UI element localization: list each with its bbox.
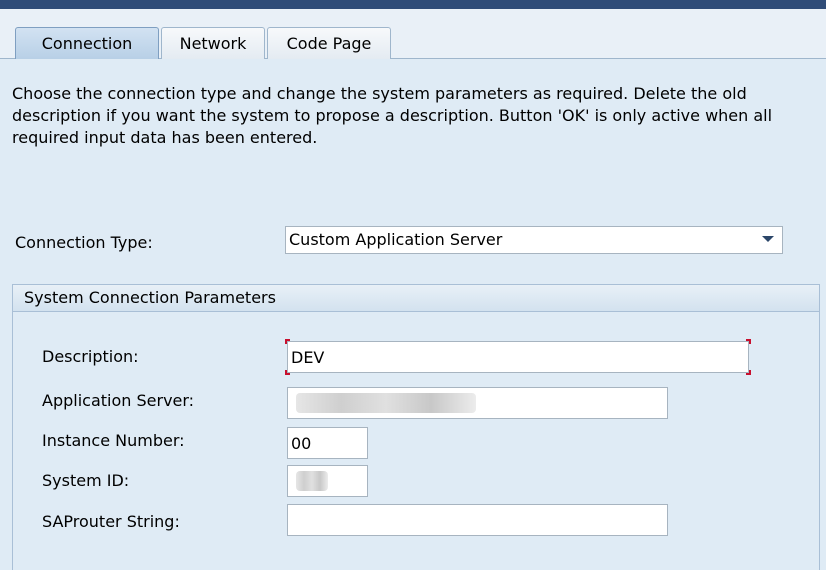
- description-field[interactable]: [287, 341, 749, 373]
- instance-number-label: Instance Number:: [42, 431, 185, 450]
- connection-type-label: Connection Type:: [15, 233, 153, 252]
- group-header: System Connection Parameters: [13, 285, 819, 312]
- window-top-bar: [0, 0, 826, 9]
- connection-panel: Choose the connection type and change th…: [0, 59, 826, 570]
- tab-connection[interactable]: Connection: [15, 27, 159, 60]
- chevron-down-icon[interactable]: [762, 236, 774, 242]
- tab-network[interactable]: Network: [161, 27, 265, 59]
- saprouter-field[interactable]: [287, 504, 668, 536]
- connection-type-value: Custom Application Server: [289, 230, 503, 249]
- system-id-label: System ID:: [42, 471, 130, 490]
- system-connection-parameters-group: System Connection Parameters Description…: [12, 284, 820, 570]
- application-server-label: Application Server:: [42, 391, 195, 410]
- redacted-value: [296, 393, 476, 413]
- description-label: Description:: [42, 347, 139, 366]
- tab-strip: Connection Network Code Page: [0, 9, 826, 60]
- instance-number-field[interactable]: [287, 427, 368, 459]
- system-id-field[interactable]: [287, 465, 368, 497]
- redacted-value: [296, 471, 328, 491]
- application-server-field[interactable]: [287, 387, 668, 419]
- tab-code-page[interactable]: Code Page: [267, 27, 391, 59]
- intro-text: Choose the connection type and change th…: [12, 84, 773, 147]
- connection-type-select[interactable]: Custom Application Server: [285, 226, 783, 254]
- saprouter-label: SAProuter String:: [42, 512, 180, 531]
